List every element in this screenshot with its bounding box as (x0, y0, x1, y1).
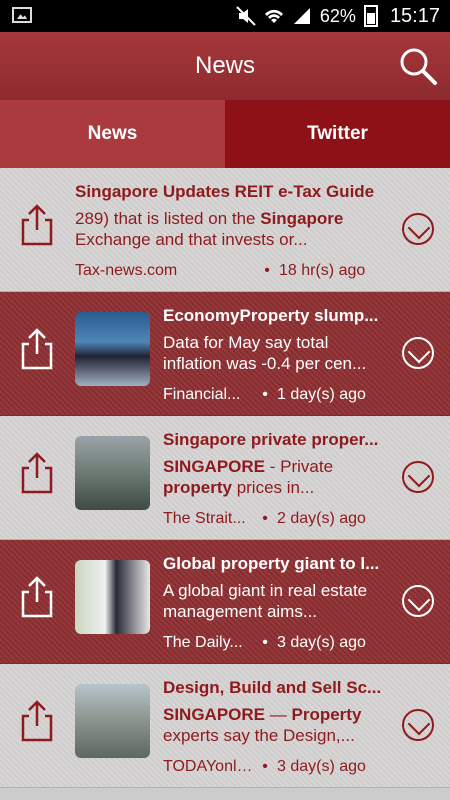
separator-dot: • (262, 510, 268, 527)
item-snippet: Data for May say total inflation was -0.… (163, 333, 367, 373)
item-thumbnail (75, 560, 150, 634)
item-title: Design, Build and Sell Sc... (163, 678, 382, 697)
item-meta: The Daily... • 3 day(s) ago (163, 634, 366, 652)
share-icon[interactable] (20, 204, 54, 246)
item-title: Singapore private proper... (163, 430, 379, 449)
item-title: Singapore Updates REIT e-Tax Guide (75, 182, 375, 201)
item-source: The Strait... (163, 510, 246, 527)
item-title: EconomyProperty slump... (163, 306, 379, 325)
item-source: The Daily... (163, 634, 243, 651)
share-icon[interactable] (20, 328, 54, 370)
battery-percent: 62% (319, 5, 356, 26)
gallery-icon (12, 7, 32, 23)
separator-dot: • (264, 262, 270, 279)
list-item[interactable]: Design, Build and Sell Sc... SINGAPORE —… (0, 664, 450, 788)
share-icon[interactable] (20, 452, 54, 494)
item-time: 3 day(s) ago (277, 634, 366, 651)
chevron-down-icon (407, 588, 431, 612)
separator-dot: • (262, 634, 268, 651)
status-bar: 62% 15:17 (0, 0, 450, 32)
item-time: 1 day(s) ago (277, 386, 366, 403)
item-meta: Tax-news.com • 18 hr(s) ago (75, 262, 365, 280)
item-source: Financial... (163, 386, 241, 403)
expand-button[interactable] (402, 461, 434, 493)
item-snippet: SINGAPORE — Property experts say the Des… (163, 705, 362, 745)
app-bar: News (0, 32, 450, 100)
battery-icon (363, 5, 378, 27)
search-icon[interactable] (398, 46, 438, 86)
item-time: 3 day(s) ago (277, 758, 366, 775)
expand-button[interactable] (402, 213, 434, 245)
chevron-down-icon (407, 464, 431, 488)
news-list: Singapore Updates REIT e-Tax Guide 289) … (0, 168, 450, 800)
chevron-down-icon (407, 712, 431, 736)
chevron-down-icon (407, 216, 431, 240)
mute-icon (236, 6, 256, 26)
list-item[interactable]: Singapore Updates REIT e-Tax Guide 289) … (0, 168, 450, 292)
share-icon[interactable] (20, 700, 54, 742)
item-snippet: 289) that is listed on the Singapore Exc… (75, 209, 344, 249)
item-thumbnail (75, 436, 150, 510)
chevron-down-icon (407, 340, 431, 364)
expand-button[interactable] (402, 337, 434, 369)
wifi-icon (264, 9, 283, 23)
item-snippet: A global giant in real estate management… (163, 581, 368, 621)
item-time: 18 hr(s) ago (279, 262, 366, 279)
item-time: 2 day(s) ago (277, 510, 366, 527)
item-title: Global property giant to l... (163, 554, 380, 573)
separator-dot: • (262, 758, 268, 775)
item-thumbnail (75, 684, 150, 758)
item-snippet: SINGAPORE - Private property prices in..… (163, 457, 334, 497)
clock: 15:17 (389, 4, 440, 27)
item-meta: TODAYonli... • 3 day(s) ago (163, 758, 366, 776)
list-item[interactable]: Singapore private proper... SINGAPORE - … (0, 416, 450, 540)
item-thumbnail (75, 312, 150, 386)
tab-twitter[interactable]: Twitter (225, 100, 450, 168)
list-item[interactable]: EconomyProperty slump... Data for May sa… (0, 292, 450, 416)
share-icon[interactable] (20, 576, 54, 618)
separator-dot: • (262, 386, 268, 403)
signal-icon (293, 8, 310, 24)
item-source: TODAYonli... (163, 758, 253, 775)
item-source: Tax-news.com (75, 262, 178, 279)
tab-news[interactable]: News (0, 100, 225, 168)
expand-button[interactable] (402, 585, 434, 617)
item-meta: Financial... • 1 day(s) ago (163, 386, 366, 404)
tab-bar: News Twitter (0, 100, 450, 168)
item-meta: The Strait... • 2 day(s) ago (163, 510, 366, 528)
expand-button[interactable] (402, 709, 434, 741)
page-title: News (194, 52, 255, 79)
list-item[interactable]: Global property giant to l... A global g… (0, 540, 450, 664)
